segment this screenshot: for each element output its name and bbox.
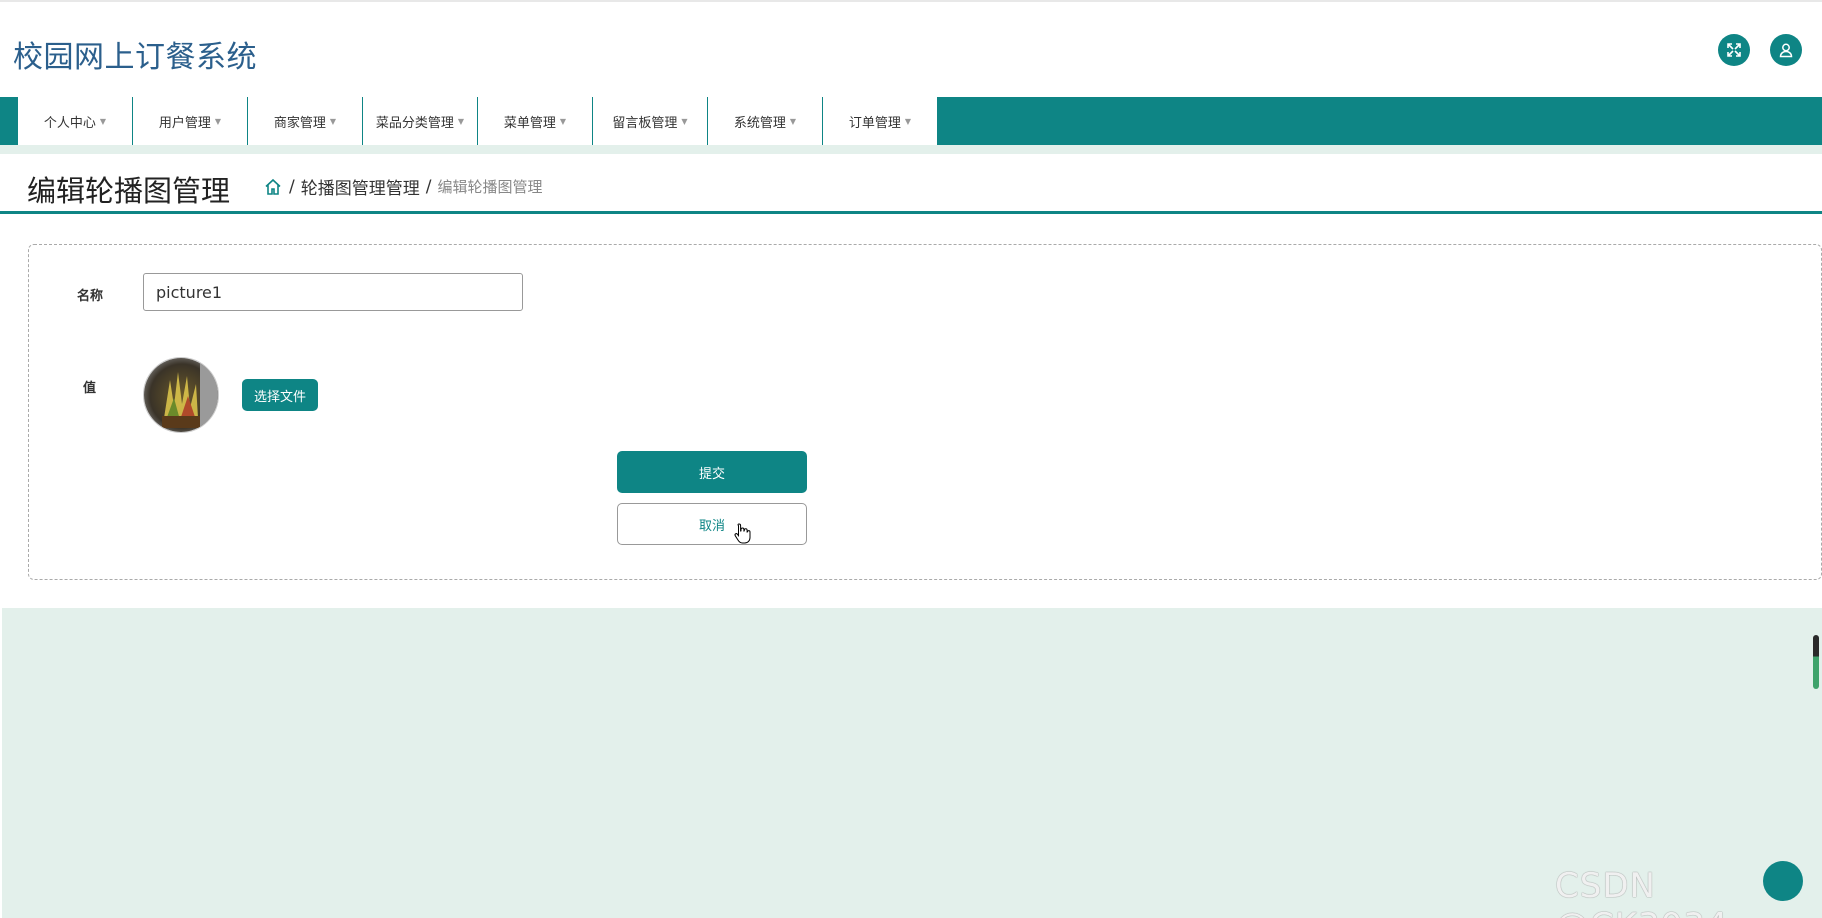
nav-item-dish-category-management[interactable]: 菜品分类管理 ▼ xyxy=(363,97,478,145)
nav-item-menu-management[interactable]: 菜单管理 ▼ xyxy=(478,97,593,145)
breadcrumb-current: 编辑轮播图管理 xyxy=(437,178,543,196)
caret-down-icon: ▼ xyxy=(99,116,107,126)
watermark: CSDN @CK3034 xyxy=(1555,866,1728,918)
name-input[interactable] xyxy=(143,273,523,311)
nav-item-label: 订单管理 xyxy=(848,115,901,131)
nav-item-merchant-management[interactable]: 商家管理 ▼ xyxy=(248,97,363,145)
fullscreen-icon xyxy=(1727,43,1741,57)
nav-item-label: 商家管理 xyxy=(273,115,326,131)
nav-item-label: 菜品分类管理 xyxy=(375,115,454,131)
caret-down-icon: ▼ xyxy=(681,116,688,126)
name-label: 名称 xyxy=(77,289,104,304)
nav-list: 个人中心 ▼ 用户管理 ▼ 商家管理 ▼ 菜品分类管理 ▼ 菜单管理 ▼ 留言板管理 ▼ 系… xyxy=(18,97,938,145)
breadcrumb-separator: / xyxy=(289,176,295,197)
top-bar: 校园网上订餐系统 xyxy=(0,0,1822,97)
page-title: 编辑轮播图管理 xyxy=(27,174,231,208)
submit-button[interactable]: 提交 xyxy=(617,451,807,493)
nav-item-message-board-management[interactable]: 留言板管理 ▼ xyxy=(593,97,708,145)
nav-item-order-management[interactable]: 订单管理 ▼ xyxy=(823,97,938,145)
home-icon[interactable] xyxy=(263,177,283,197)
nav-item-label: 用户管理 xyxy=(158,115,211,131)
scrollbar-thumb[interactable] xyxy=(1813,635,1819,689)
nav-item-system-management[interactable]: 系统管理 ▼ xyxy=(708,97,823,145)
caret-down-icon: ▼ xyxy=(789,116,797,126)
main-nav: 个人中心 ▼ 用户管理 ▼ 商家管理 ▼ 菜品分类管理 ▼ 菜单管理 ▼ 留言板管理 ▼ 系… xyxy=(0,97,1822,145)
nav-item-label: 个人中心 xyxy=(43,115,96,131)
breadcrumb: / 轮播图管理管理 / 编辑轮播图管理 xyxy=(263,174,542,199)
breadcrumb-parent[interactable]: 轮播图管理管理 xyxy=(301,174,420,199)
choose-file-button[interactable]: 选择文件 xyxy=(242,379,318,411)
content-area: 名称 值 选择文件 提交 取消 xyxy=(0,214,1822,608)
fullscreen-button[interactable] xyxy=(1718,34,1750,66)
nav-item-label: 菜单管理 xyxy=(503,115,556,131)
caret-down-icon: ▼ xyxy=(214,116,222,126)
nav-item-user-management[interactable]: 用户管理 ▼ xyxy=(133,97,248,145)
edit-form: 名称 值 选择文件 提交 取消 xyxy=(28,244,1822,580)
breadcrumb-separator: / xyxy=(425,176,432,197)
app-title: 校园网上订餐系统 xyxy=(13,40,257,75)
nav-item-personal-center[interactable]: 个人中心 ▼ xyxy=(18,97,133,145)
image-thumbnail xyxy=(143,357,219,433)
nav-item-label: 系统管理 xyxy=(733,115,786,131)
nav-item-label: 留言板管理 xyxy=(612,115,678,131)
caret-down-icon: ▼ xyxy=(904,116,912,126)
user-icon xyxy=(1779,43,1793,58)
caret-down-icon: ▼ xyxy=(559,116,567,126)
user-button[interactable] xyxy=(1770,34,1802,66)
cancel-button[interactable]: 取消 xyxy=(617,503,807,545)
hand-cursor-icon xyxy=(734,523,751,544)
nav-divider-strip xyxy=(0,145,1822,154)
caret-down-icon: ▼ xyxy=(329,116,337,126)
caret-down-icon: ▼ xyxy=(457,116,465,126)
page-header: 编辑轮播图管理 / 轮播图管理管理 / 编辑轮播图管理 xyxy=(0,154,1822,214)
value-label: 值 xyxy=(83,381,97,396)
